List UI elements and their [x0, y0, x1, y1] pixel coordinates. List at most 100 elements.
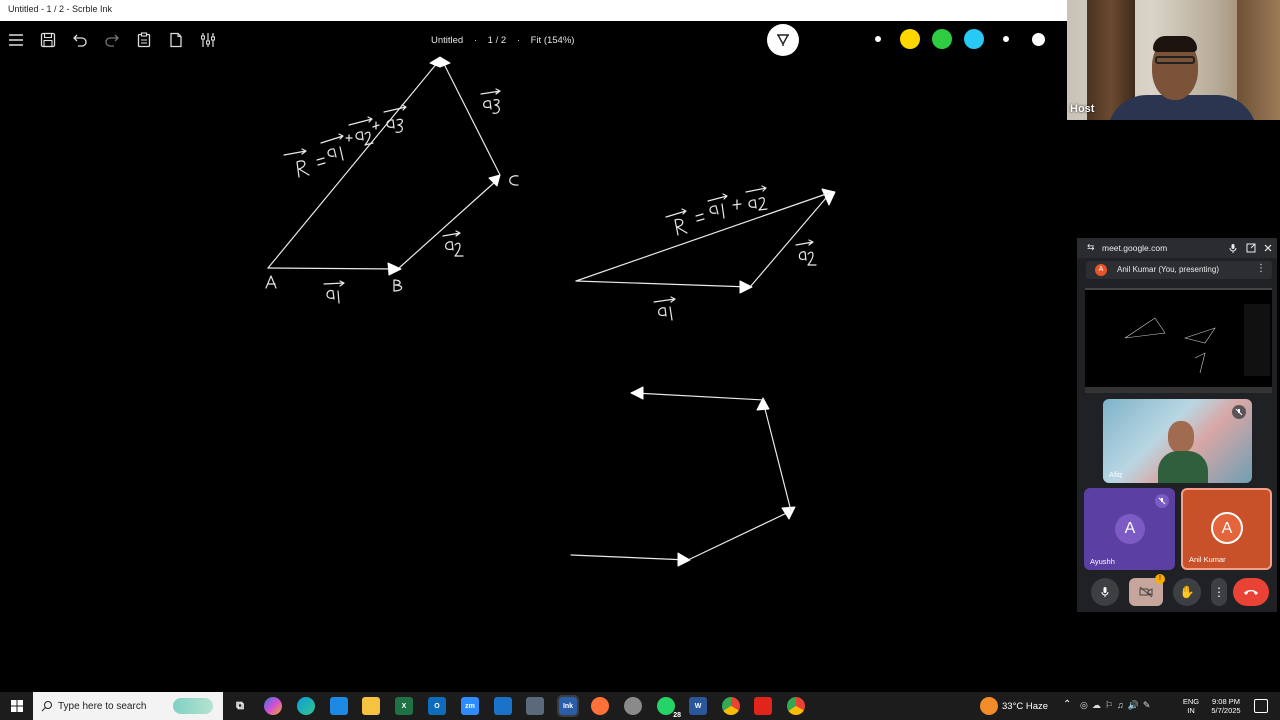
search-highlight-image — [173, 698, 213, 714]
raise-hand-button[interactable]: ✋ — [1173, 578, 1201, 606]
language-code: ENG — [1182, 697, 1200, 706]
arrowhead — [781, 506, 796, 520]
participant-tile-ayushh[interactable]: A Ayushh — [1084, 488, 1175, 570]
file-explorer-taskbar-icon[interactable] — [362, 697, 380, 715]
windows-logo-icon — [11, 700, 23, 712]
weather-icon[interactable] — [980, 697, 998, 715]
label-B — [393, 279, 403, 292]
notifications-icon[interactable] — [1254, 699, 1268, 713]
participant-tile-anil-kumar[interactable]: A Anil Kumar — [1181, 488, 1272, 570]
clock[interactable]: 9:08 PM 5/7/2025 — [1203, 697, 1249, 715]
participant-avatar: A — [1115, 514, 1145, 544]
whatsapp-taskbar-icon[interactable]: 28 — [657, 697, 681, 719]
edge-taskbar-icon[interactable] — [297, 697, 315, 715]
person-glasses — [1155, 56, 1195, 64]
chevron-up-icon[interactable]: ⌃ — [1063, 699, 1071, 710]
label-C — [509, 175, 519, 186]
store-taskbar-icon[interactable] — [330, 697, 348, 715]
search-icon — [41, 701, 52, 712]
app-taskbar-icon-2[interactable] — [624, 697, 642, 715]
task-view-button[interactable]: ⧉ — [231, 697, 249, 715]
resultant-line — [575, 192, 830, 282]
region-code: IN — [1187, 706, 1195, 715]
ink-drawing — [265, 56, 836, 567]
arrowhead — [429, 56, 451, 68]
meet-url: meet.google.com — [1102, 243, 1168, 253]
thumbnail-taskbar — [1085, 387, 1272, 393]
close-icon[interactable] — [1262, 242, 1274, 254]
firefox-taskbar-icon[interactable] — [591, 697, 609, 715]
excel-taskbar-icon[interactable]: X — [395, 697, 413, 715]
meet-floating-panel: ⇆ meet.google.com A Anil Kumar (You, pre… — [1077, 238, 1277, 612]
vector-a1-line — [575, 280, 751, 288]
weather-text[interactable]: 33°C Haze — [1002, 701, 1048, 712]
label-A — [265, 275, 277, 289]
camera-taskbar-icon[interactable] — [526, 697, 544, 715]
start-button[interactable] — [8, 697, 26, 715]
outlook-taskbar-icon[interactable]: O — [428, 697, 446, 715]
participant-tile-afiq[interactable]: Afiq — [1103, 399, 1252, 483]
screen-share-preview — [1085, 288, 1272, 393]
host-label: Host — [1070, 103, 1095, 115]
hand-icon: ✋ — [1179, 585, 1195, 599]
shared-screen-thumbnail — [1124, 317, 1216, 374]
mic-icon — [1101, 587, 1109, 597]
vector-a1-line — [267, 267, 401, 270]
whatsapp-badge: 28 — [673, 712, 681, 719]
arrowhead — [387, 262, 402, 276]
participant-name: Anil Kumar — [1189, 555, 1226, 564]
participant-shirt — [1158, 451, 1208, 483]
resultant-line — [267, 61, 439, 269]
arrowhead — [488, 174, 501, 187]
screen: Untitled - 1 / 2 - Scrble Ink Untitled ·… — [0, 0, 1280, 720]
arrowhead — [821, 188, 836, 206]
participant-avatar: A — [1211, 512, 1243, 544]
camera-off-button[interactable]: ! — [1129, 574, 1165, 606]
camera-off-icon — [1139, 586, 1153, 598]
drawing-canvas[interactable] — [0, 56, 1067, 692]
vector-a2-line — [398, 180, 497, 269]
vector-a3-line — [443, 63, 501, 176]
clock-time: 9:08 PM — [1212, 697, 1240, 706]
mic-icon[interactable] — [1227, 242, 1239, 254]
polygon-vector-figure-3 — [570, 386, 796, 567]
background-door — [1237, 0, 1280, 120]
participant-name: Afiq — [1109, 470, 1122, 479]
windows-taskbar: Type here to search ⧉ X O zm Ink 28 W 33… — [0, 692, 1280, 720]
taskbar-search-box[interactable]: Type here to search — [33, 692, 223, 720]
expand-icon[interactable] — [1245, 242, 1257, 254]
more-options-button[interactable]: ⋮ — [1211, 578, 1227, 606]
clock-date: 5/7/2025 — [1211, 706, 1241, 715]
scrble-ink-taskbar-icon[interactable]: Ink — [557, 695, 579, 717]
system-tray-icons[interactable]: ◎☁⚐♫🔊✎ — [1080, 700, 1154, 711]
polygon-vector-figure-1 — [265, 56, 519, 304]
chrome-taskbar-icon[interactable] — [722, 697, 740, 715]
search-placeholder: Type here to search — [58, 701, 147, 712]
warning-icon: ! — [1155, 574, 1165, 584]
leave-call-button[interactable] — [1233, 578, 1269, 606]
participant-name: Ayushh — [1090, 557, 1115, 566]
presenter-row[interactable]: A Anil Kumar (You, presenting) ⋮ — [1086, 261, 1272, 279]
microphone-button[interactable] — [1091, 578, 1119, 606]
host-webcam-feed: Host — [1067, 0, 1280, 120]
language-indicator[interactable]: ENG IN — [1180, 697, 1202, 715]
word-taskbar-icon[interactable]: W — [689, 697, 707, 715]
acrobat-taskbar-icon[interactable] — [754, 697, 772, 715]
task-view-icon: ⧉ — [236, 699, 244, 712]
muted-mic-icon — [1232, 405, 1246, 419]
person-hair — [1153, 36, 1197, 52]
more-vertical-icon: ⋮ — [1213, 585, 1225, 599]
participant-face — [1168, 421, 1194, 453]
chrome-meet-taskbar-icon[interactable] — [787, 697, 805, 715]
more-options-icon[interactable]: ⋮ — [1256, 263, 1266, 274]
hang-up-icon — [1244, 590, 1258, 595]
polygon-vector-figure-2 — [575, 185, 836, 321]
app-taskbar-icon[interactable] — [494, 697, 512, 715]
meet-panel-header[interactable]: ⇆ meet.google.com — [1077, 238, 1277, 258]
zoom-taskbar-icon[interactable]: zm — [461, 697, 479, 715]
copilot-taskbar-icon[interactable] — [264, 697, 282, 715]
presenter-avatar: A — [1095, 264, 1107, 276]
muted-mic-icon — [1155, 494, 1169, 508]
site-settings-icon[interactable]: ⇆ — [1087, 242, 1095, 253]
thumbnail-side-strip — [1244, 304, 1270, 376]
